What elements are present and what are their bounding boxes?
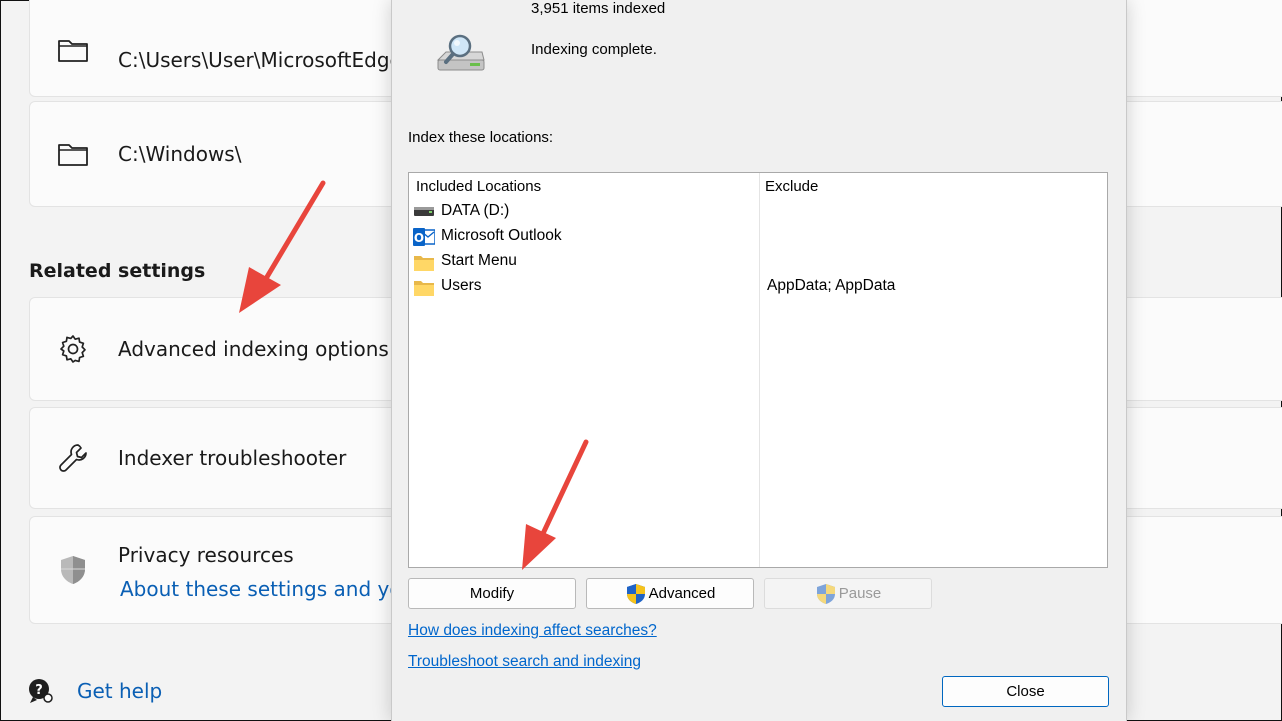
how-indexing-affects-searches-link[interactable]: How does indexing affect searches? — [408, 622, 657, 640]
list-item[interactable]: Users AppData; AppData — [413, 275, 1103, 299]
shield-icon — [61, 556, 85, 584]
included-locations-header: Included Locations — [416, 178, 542, 195]
indexing-status: Indexing complete. — [531, 41, 657, 58]
indexer-troubleshooter-label: Indexer troubleshooter — [118, 446, 347, 470]
folder-icon — [58, 40, 88, 62]
indexing-magnifier-drive-icon — [436, 34, 485, 71]
location-name: Users — [441, 277, 482, 294]
advanced-label: Advanced — [648, 585, 716, 602]
location-name: Start Menu — [441, 252, 517, 269]
folder-icon — [414, 281, 434, 296]
related-settings-heading: Related settings — [29, 260, 206, 282]
advanced-button[interactable]: Advanced — [586, 578, 754, 609]
drive-icon — [414, 207, 434, 216]
list-item[interactable]: Start Menu — [413, 250, 1103, 274]
folder-icon — [58, 144, 88, 166]
advanced-indexing-label: Advanced indexing options — [118, 337, 389, 361]
pause-label: Pause — [838, 585, 882, 602]
privacy-settings-link[interactable]: About these settings and you — [120, 577, 414, 601]
help-chat-icon: ? — [29, 679, 53, 703]
close-label: Close — [1006, 683, 1045, 700]
location-path: C:\Users\User\MicrosoftEdgeB — [118, 48, 416, 72]
indexing-options-dialog: 3,951 items indexed Indexing complete. I… — [391, 0, 1127, 721]
location-name: DATA (D:) — [441, 202, 510, 219]
close-button[interactable]: Close — [942, 676, 1109, 707]
get-help-label: Get help — [77, 679, 163, 703]
exclude-header: Exclude — [765, 178, 819, 195]
location-exclude: AppData; AppData — [767, 277, 896, 294]
uac-shield-icon — [626, 583, 645, 604]
index-locations-label: Index these locations: — [408, 129, 554, 146]
outlook-icon: O — [413, 228, 435, 246]
gear-icon — [60, 335, 86, 363]
location-name: Microsoft Outlook — [441, 227, 562, 244]
list-item[interactable]: O Microsoft Outlook — [413, 225, 1103, 249]
modify-button[interactable]: Modify — [408, 578, 576, 609]
svg-text:?: ? — [35, 683, 43, 698]
indexed-locations-list[interactable]: Included Locations Exclude DATA (D:) O M… — [408, 172, 1108, 568]
svg-text:O: O — [414, 231, 424, 245]
uac-shield-icon — [816, 583, 835, 604]
troubleshoot-search-link[interactable]: Troubleshoot search and indexing — [408, 653, 641, 671]
pause-button[interactable]: Pause — [764, 578, 932, 609]
location-path: C:\Windows\ — [118, 142, 242, 166]
wrench-icon — [59, 444, 87, 472]
privacy-resources-label: Privacy resources — [118, 543, 294, 567]
items-indexed-count: 3,951 items indexed — [531, 0, 666, 17]
list-item[interactable]: DATA (D:) — [413, 200, 1103, 224]
folder-icon — [414, 256, 434, 271]
modify-label: Modify — [469, 585, 515, 602]
